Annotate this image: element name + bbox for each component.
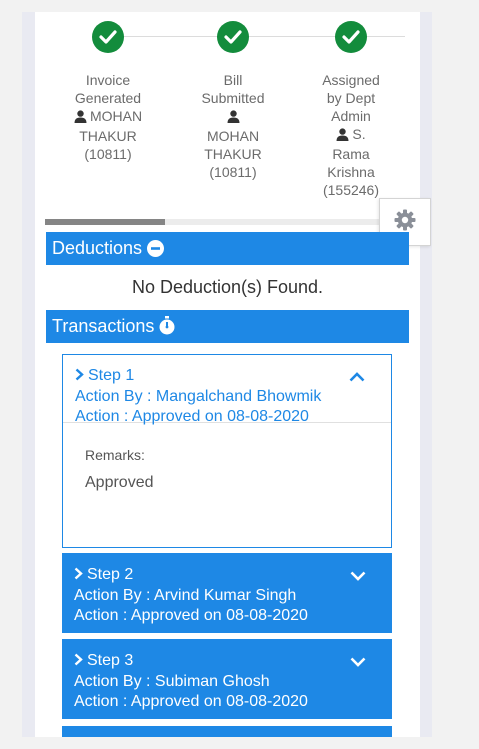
step-title-line: Invoice	[85, 72, 131, 88]
transaction-action-by: Action By : Subiman Ghosh	[74, 673, 270, 690]
transaction-step-2-header[interactable]: Step 2 Action By : Arvind Kumar Singh Ac…	[62, 553, 392, 626]
step-title-line: Assigned	[322, 72, 380, 88]
user-icon	[336, 127, 349, 145]
workflow-step-invoice-generated: Invoice Generated MOHAN THAKUR (10811)	[53, 21, 163, 163]
step-title-line: Generated	[74, 90, 142, 106]
minus-circle-icon[interactable]	[147, 235, 165, 268]
horizontal-scrollbar[interactable]	[45, 219, 415, 225]
transaction-step-1[interactable]: Step 1 Action By : Mangalchand Bhowmik A…	[62, 354, 392, 548]
deductions-title: Deductions	[52, 238, 143, 258]
step-user-line: MOHAN	[206, 128, 260, 144]
stopwatch-icon	[159, 313, 175, 346]
user-icon	[74, 109, 87, 127]
step-title-line: Bill	[223, 72, 243, 88]
chevron-down-icon[interactable]	[350, 653, 366, 673]
transaction-action: Action : Approved on 08-08-2020	[74, 693, 308, 710]
step-title-line: Submitted	[201, 90, 265, 106]
chevron-right-icon	[74, 566, 83, 586]
step-user-line: S.	[352, 126, 366, 142]
transaction-remarks: Remarks: Approved	[63, 423, 391, 515]
user-icon	[227, 109, 240, 127]
check-circle-icon	[217, 21, 249, 53]
transaction-action-by: Action By : Mangalchand Bhowmik	[75, 388, 322, 405]
transaction-step-label: Step 3	[87, 652, 134, 669]
step-user-line: THAKUR	[204, 146, 262, 162]
step-user-line: Rama	[332, 146, 370, 162]
chevron-up-icon[interactable]	[349, 368, 365, 388]
workflow-step-bill-submitted: Bill Submitted MOHAN THAKUR (10811)	[178, 21, 288, 181]
step-user-line: MOHAN	[89, 108, 143, 124]
deductions-header[interactable]: Deductions	[46, 232, 409, 265]
transaction-step-4-partial[interactable]	[62, 726, 392, 737]
chevron-right-icon	[74, 652, 83, 672]
transaction-action: Action : Approved on 08-08-2020	[75, 408, 309, 425]
transaction-step-label: Step 1	[88, 367, 135, 384]
transaction-step-3[interactable]: Step 3 Action By : Subiman Ghosh Action …	[62, 639, 392, 719]
step-user-line: (10811)	[84, 146, 132, 162]
check-circle-icon	[92, 21, 124, 53]
transactions-title: Transactions	[52, 316, 155, 336]
remarks-value: Approved	[85, 474, 154, 491]
step-user-line: Krishna	[327, 164, 375, 180]
step-title-line: by Dept	[326, 90, 376, 106]
transaction-action-by: Action By : Arvind Kumar Singh	[74, 587, 297, 604]
workflow-steps: Invoice Generated MOHAN THAKUR (10811) B…	[35, 12, 420, 225]
transaction-step-3-header[interactable]: Step 3 Action By : Subiman Ghosh Action …	[62, 639, 392, 712]
transaction-step-2[interactable]: Step 2 Action By : Arvind Kumar Singh Ac…	[62, 553, 392, 633]
remarks-label: Remarks:	[85, 447, 145, 463]
step-title-line: Admin	[331, 108, 371, 124]
chevron-down-icon[interactable]	[350, 567, 366, 587]
workflow-step-assigned-by-dept-admin: Assigned by Dept Admin S. Rama Krishna (…	[296, 21, 406, 199]
transactions-header[interactable]: Transactions	[46, 310, 409, 343]
step-user-line: (155246)	[322, 182, 380, 198]
transaction-step-label: Step 2	[87, 566, 134, 583]
step-user-line: (10811)	[209, 164, 257, 180]
no-deductions-message: No Deduction(s) Found.	[131, 277, 324, 297]
transaction-step-1-header[interactable]: Step 1 Action By : Mangalchand Bhowmik A…	[63, 355, 391, 425]
chevron-right-icon	[75, 367, 84, 387]
scrollbar-thumb[interactable]	[45, 219, 165, 225]
check-circle-icon	[335, 21, 367, 53]
transaction-action: Action : Approved on 08-08-2020	[74, 607, 308, 624]
step-user-line: THAKUR	[79, 128, 137, 144]
